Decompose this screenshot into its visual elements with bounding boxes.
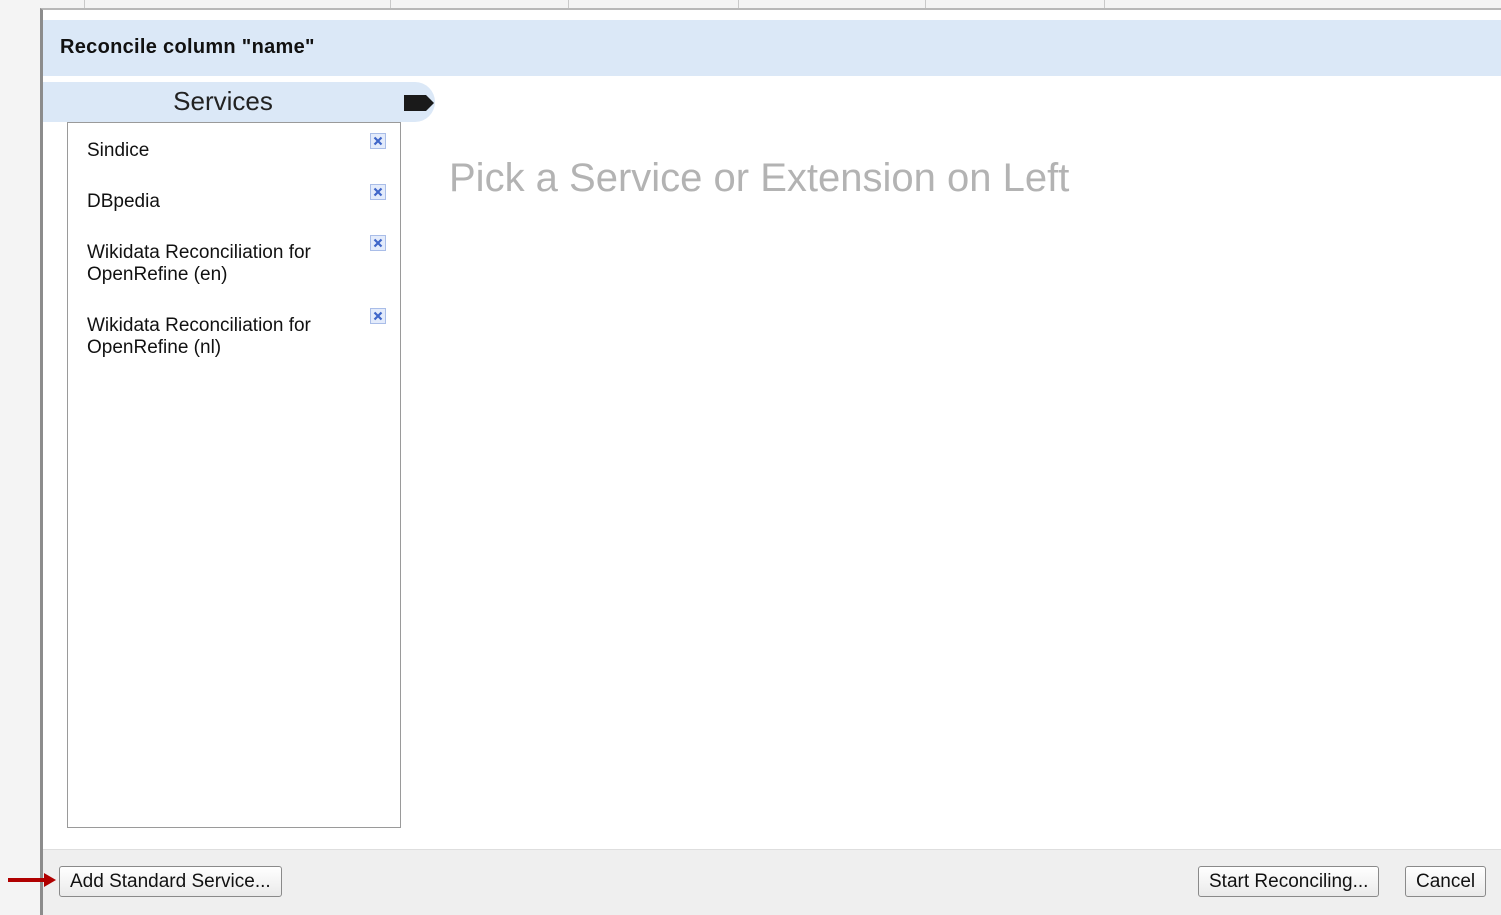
services-tab-label: Services	[173, 86, 273, 116]
service-item-wikidata-nl[interactable]: Wikidata Reconciliation for OpenRefine (…	[87, 315, 357, 359]
tag-icon	[404, 95, 434, 111]
add-standard-service-button[interactable]: Add Standard Service...	[59, 866, 282, 897]
annotation-arrow-icon	[8, 873, 56, 887]
remove-icon[interactable]	[370, 308, 386, 324]
cancel-button[interactable]: Cancel	[1405, 866, 1487, 897]
service-item-dbpedia[interactable]: DBpedia	[87, 191, 357, 213]
service-item-sindice[interactable]: Sindice	[87, 140, 357, 162]
remove-icon[interactable]	[370, 184, 386, 200]
dialog-title: Reconcile column "name"	[60, 36, 315, 58]
service-item-wikidata-en[interactable]: Wikidata Reconciliation for OpenRefine (…	[87, 242, 357, 286]
dialog-footer: Add Standard Service... Start Reconcilin…	[43, 849, 1501, 915]
tab-services[interactable]: Services	[43, 82, 435, 122]
start-reconciling-button[interactable]: Start Reconciling...	[1198, 866, 1380, 897]
remove-icon[interactable]	[370, 235, 386, 251]
services-list: Sindice DBpedia Wikidata Reconciliation …	[67, 122, 401, 828]
remove-icon[interactable]	[370, 133, 386, 149]
reconcile-dialog: Reconcile column "name" Services Sindice…	[40, 8, 1501, 915]
dialog-header: Reconcile column "name"	[43, 20, 1501, 76]
pick-service-placeholder: Pick a Service or Extension on Left	[449, 156, 1070, 200]
